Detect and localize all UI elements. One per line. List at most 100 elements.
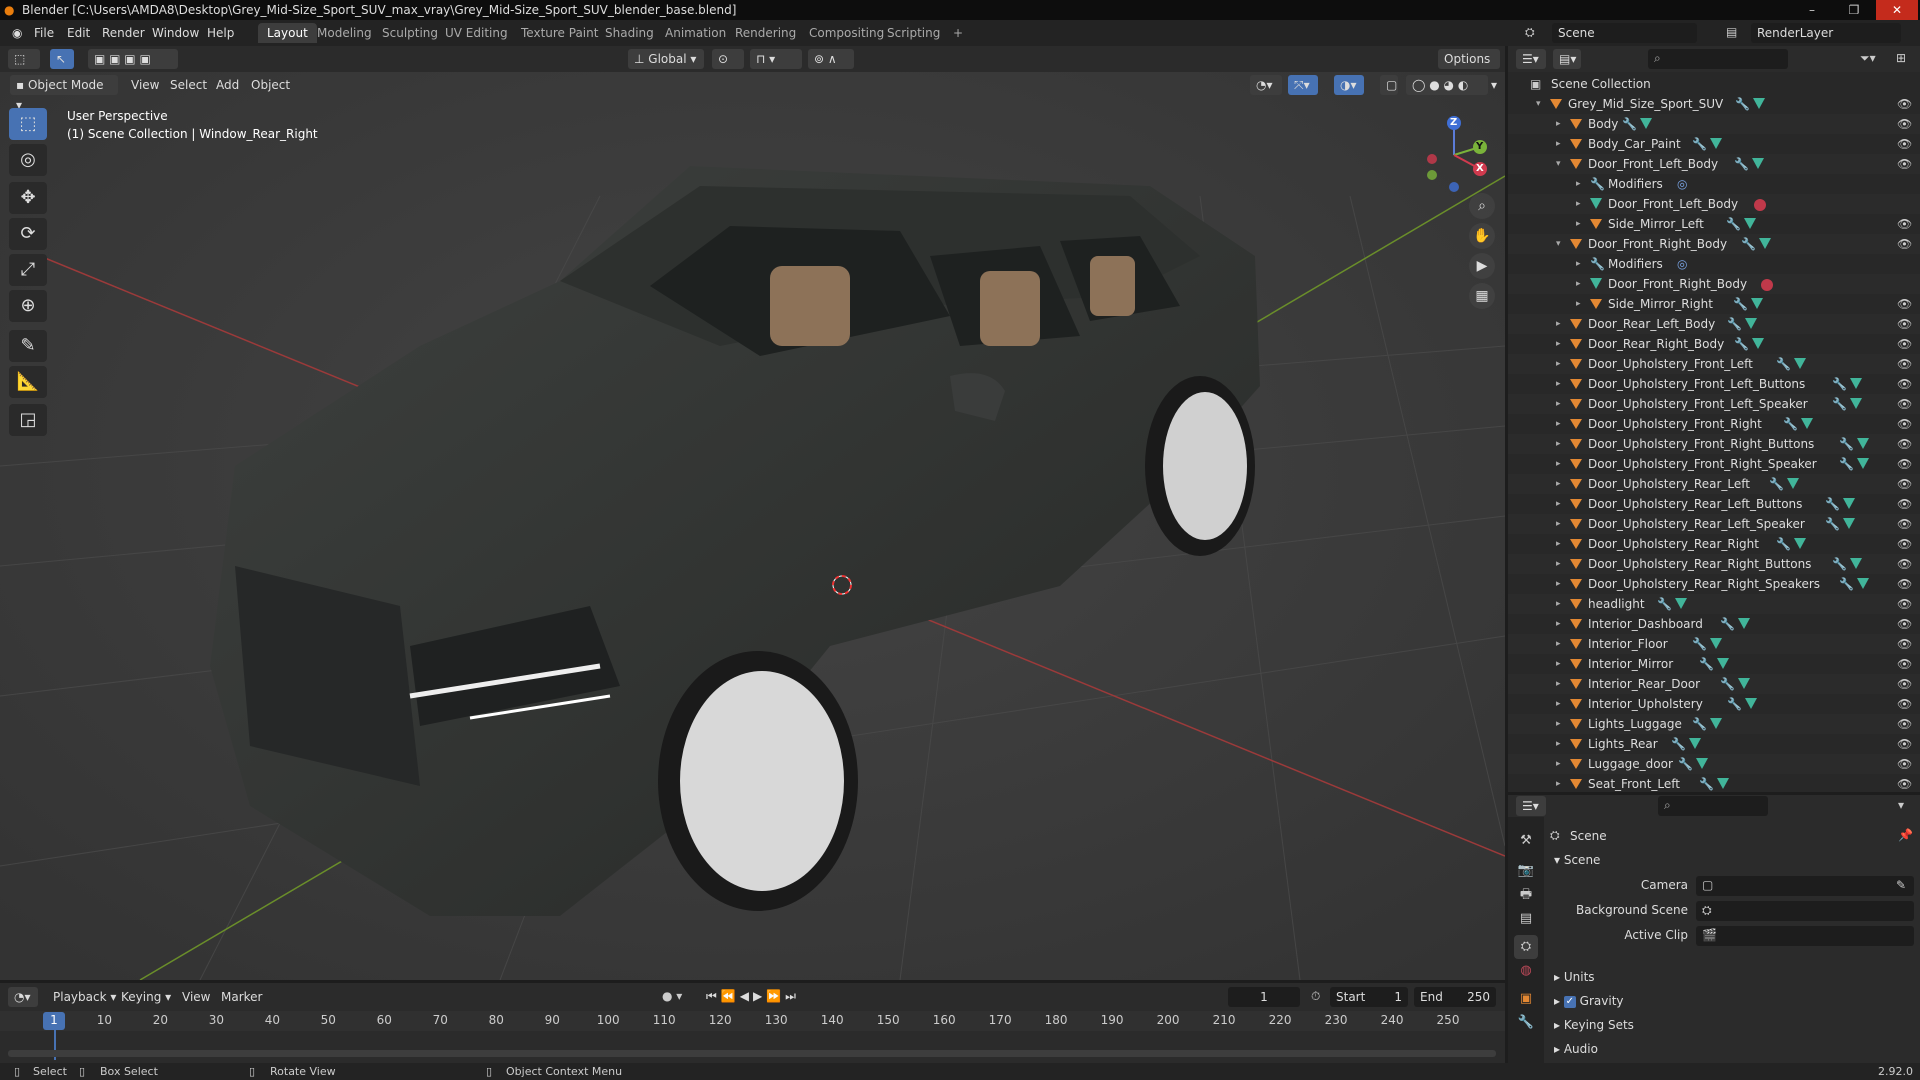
menu-file[interactable]: File: [28, 24, 60, 42]
display-mode-icon[interactable]: ▤▾: [1553, 49, 1581, 69]
modifier-icon[interactable]: 🔧: [1839, 574, 1854, 594]
subdivision-modifier-icon[interactable]: ◎: [1677, 174, 1687, 194]
expand-right-icon[interactable]: ▸: [1576, 294, 1586, 314]
outliner-row[interactable]: ▸ 🔧 Modifiers ◎: [1508, 254, 1920, 274]
expand-right-icon[interactable]: ▸: [1556, 394, 1566, 414]
outliner-row[interactable]: ▸ Lights_Luggage 🔧 👁: [1508, 714, 1920, 734]
expand-right-icon[interactable]: ▸: [1556, 674, 1566, 694]
ortho-grid-icon[interactable]: ▦: [1469, 283, 1495, 309]
modifier-icon[interactable]: 🔧: [1832, 394, 1847, 414]
scene-panel-header[interactable]: ▾ Scene: [1554, 853, 1600, 867]
mesh-data-icon[interactable]: [1640, 118, 1652, 129]
modifier-icon[interactable]: 🔧: [1657, 594, 1672, 614]
zoom-icon[interactable]: ⌕: [1469, 193, 1495, 219]
add-menu[interactable]: Add: [211, 75, 244, 95]
modifier-icon[interactable]: 🔧: [1839, 434, 1854, 454]
tool-rotate-icon[interactable]: ⟳: [9, 218, 47, 250]
expand-right-icon[interactable]: ▸: [1556, 634, 1566, 654]
outliner-row[interactable]: ▾ Door_Front_Left_Body 🔧 👁: [1508, 154, 1920, 174]
visibility-eye-icon[interactable]: 👁: [1897, 574, 1912, 594]
mesh-data-icon[interactable]: [1710, 718, 1722, 729]
visibility-eye-icon[interactable]: 👁: [1897, 694, 1912, 714]
outliner-row[interactable]: ▸ Side_Mirror_Right 🔧 👁: [1508, 294, 1920, 314]
world-tab-icon[interactable]: ◍: [1514, 959, 1538, 983]
modifier-icon[interactable]: 🔧: [1733, 294, 1748, 314]
visibility-eye-icon[interactable]: 👁: [1897, 134, 1912, 154]
workspace-tab-uv-editing[interactable]: UV Editing: [436, 23, 517, 43]
modifier-icon[interactable]: 🔧: [1825, 494, 1840, 514]
outliner-row[interactable]: ▸ Interior_Mirror 🔧 👁: [1508, 654, 1920, 674]
gravity-panel[interactable]: ▸ ✓ Gravity: [1554, 994, 1624, 1008]
preview-range-icon[interactable]: ⏱: [1311, 989, 1320, 1004]
playback-menu[interactable]: Playback ▾: [48, 987, 121, 1007]
expand-right-icon[interactable]: ▸: [1556, 334, 1566, 354]
scene-tab-icon[interactable]: ⛭: [1514, 935, 1538, 959]
outliner-row[interactable]: ▸ Door_Upholstery_Rear_Right_Buttons 🔧 👁: [1508, 554, 1920, 574]
expand-right-icon[interactable]: ▸: [1556, 434, 1566, 454]
expand-right-icon[interactable]: ▸: [1556, 514, 1566, 534]
modifier-icon[interactable]: 🔧: [1741, 234, 1756, 254]
shading-mode-icons[interactable]: ◯ ● ◕ ◐: [1406, 75, 1488, 95]
visibility-eye-icon[interactable]: 👁: [1897, 534, 1912, 554]
current-frame-field[interactable]: 1: [1228, 987, 1300, 1007]
editor-type-icon[interactable]: ⬚: [8, 49, 40, 69]
visibility-eye-icon[interactable]: 👁: [1897, 294, 1912, 314]
scene-selector[interactable]: Scene: [1552, 23, 1697, 43]
outliner-row[interactable]: ▸ Door_Upholstery_Rear_Left_Speaker 🔧 👁: [1508, 514, 1920, 534]
material-icon[interactable]: [1761, 279, 1773, 291]
workspace-tab-rendering[interactable]: Rendering: [726, 23, 805, 43]
mesh-data-icon[interactable]: [1794, 358, 1806, 369]
pan-hand-icon[interactable]: ✋: [1469, 223, 1495, 249]
tool-add-cube-icon[interactable]: ◲: [9, 404, 47, 436]
outliner-row[interactable]: ▸ Door_Front_Left_Body: [1508, 194, 1920, 214]
expand-right-icon[interactable]: ▸: [1556, 654, 1566, 674]
expand-right-icon[interactable]: ▸: [1556, 474, 1566, 494]
visibility-eye-icon[interactable]: 👁: [1897, 474, 1912, 494]
visibility-eye-icon[interactable]: 👁: [1897, 414, 1912, 434]
eyedropper-icon[interactable]: ✎: [1896, 878, 1906, 892]
timeline-editor-type-icon[interactable]: ◔▾: [8, 987, 38, 1007]
outliner-row[interactable]: ▸ Interior_Dashboard 🔧 👁: [1508, 614, 1920, 634]
workspace-tab-scripting[interactable]: Scripting: [878, 23, 949, 43]
modifier-icon[interactable]: 🔧: [1734, 334, 1749, 354]
modifier-icon[interactable]: 🔧: [1678, 754, 1693, 774]
outliner-row[interactable]: ▸ Body 🔧 👁: [1508, 114, 1920, 134]
gravity-checkbox[interactable]: ✓: [1563, 995, 1576, 1008]
selection-mode-icons[interactable]: ▣ ▣ ▣ ▣: [88, 49, 178, 69]
visibility-eye-icon[interactable]: 👁: [1897, 674, 1912, 694]
properties-editor-type-icon[interactable]: ☰▾: [1516, 796, 1546, 816]
expand-down-icon[interactable]: ▾: [1556, 154, 1566, 174]
outliner-row[interactable]: ▸ Interior_Rear_Door 🔧 👁: [1508, 674, 1920, 694]
outliner-row[interactable]: ▸ Body_Car_Paint 🔧 👁: [1508, 134, 1920, 154]
outliner-row[interactable]: ▸ Door_Upholstery_Rear_Right 🔧 👁: [1508, 534, 1920, 554]
mesh-data-icon[interactable]: [1738, 618, 1750, 629]
modifier-icon[interactable]: 🔧: [1832, 374, 1847, 394]
add-workspace-button[interactable]: +: [944, 23, 972, 43]
modifier-icon[interactable]: 🔧: [1671, 734, 1686, 754]
visibility-icon[interactable]: ◔▾: [1250, 75, 1282, 95]
output-tab-icon[interactable]: 🖶: [1514, 883, 1538, 907]
outliner-editor-type-icon[interactable]: ☰▾: [1516, 49, 1546, 69]
modifier-icon[interactable]: 🔧: [1727, 694, 1742, 714]
render-tab-icon[interactable]: 📷: [1514, 859, 1538, 883]
outliner-row[interactable]: ▸ Door_Upholstery_Front_Right_Buttons 🔧 👁: [1508, 434, 1920, 454]
visibility-eye-icon[interactable]: 👁: [1897, 654, 1912, 674]
outliner-row[interactable]: ▸ headlight 🔧 👁: [1508, 594, 1920, 614]
material-icon[interactable]: [1754, 199, 1766, 211]
options-dropdown[interactable]: Options ▾: [1438, 49, 1500, 86]
mesh-data-icon[interactable]: [1745, 698, 1757, 709]
xray-icon[interactable]: ▢: [1380, 75, 1398, 95]
active-clip-field[interactable]: [1696, 926, 1914, 946]
tool-move-icon[interactable]: ✥: [9, 182, 47, 214]
maximize-button[interactable]: ❐: [1833, 0, 1875, 20]
expand-right-icon[interactable]: ▸: [1556, 314, 1566, 334]
snap-icon[interactable]: ⊓ ▾: [750, 49, 802, 69]
mesh-data-icon[interactable]: [1850, 398, 1862, 409]
properties-search-input[interactable]: [1658, 796, 1768, 816]
expand-right-icon[interactable]: ▸: [1556, 134, 1566, 154]
visibility-eye-icon[interactable]: 👁: [1897, 374, 1912, 394]
expand-right-icon[interactable]: ▸: [1556, 774, 1566, 794]
expand-right-icon[interactable]: ▸: [1556, 734, 1566, 754]
audio-panel[interactable]: ▸ Audio: [1554, 1042, 1598, 1056]
minimize-button[interactable]: –: [1791, 0, 1833, 20]
